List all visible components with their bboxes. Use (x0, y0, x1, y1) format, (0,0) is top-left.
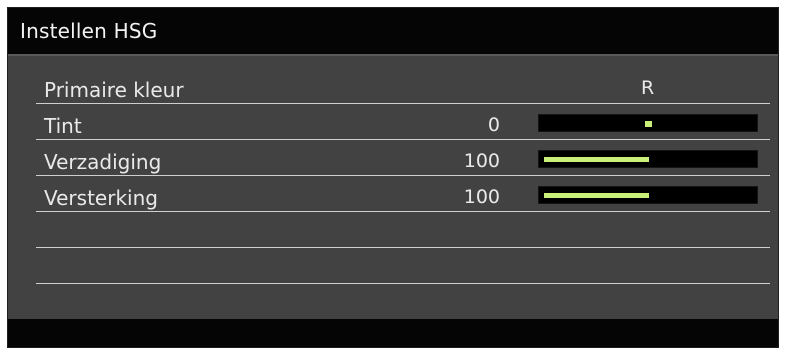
primary-color-row[interactable]: Primaire kleur R (36, 68, 770, 104)
panel-title: Instellen HSG (20, 19, 158, 43)
saturation-label: Verzadiging (44, 150, 162, 174)
gain-label: Versterking (44, 186, 158, 210)
tint-row[interactable]: Tint 0 (36, 104, 770, 140)
saturation-slider[interactable] (538, 150, 758, 168)
empty-row-divider (36, 283, 770, 284)
empty-row-divider (36, 247, 770, 248)
saturation-slider-fill (544, 157, 649, 162)
gain-slider[interactable] (538, 186, 758, 204)
primary-color-value[interactable]: R (641, 77, 654, 99)
tint-label: Tint (44, 114, 82, 138)
primary-color-label: Primaire kleur (44, 78, 184, 102)
title-bar: Instellen HSG (8, 8, 778, 56)
row-divider (36, 211, 770, 212)
hsg-settings-panel: Instellen HSG Primaire kleur R Tint 0 Ve… (7, 7, 779, 348)
tint-slider-marker[interactable] (645, 121, 652, 127)
tint-value: 0 (487, 114, 500, 136)
saturation-value: 100 (463, 150, 500, 172)
saturation-row[interactable]: Verzadiging 100 (36, 140, 770, 176)
gain-value: 100 (463, 186, 500, 208)
gain-row[interactable]: Versterking 100 (36, 176, 770, 212)
gain-slider-fill (544, 193, 649, 198)
footer-bar (8, 319, 778, 347)
tint-slider[interactable] (538, 114, 758, 132)
